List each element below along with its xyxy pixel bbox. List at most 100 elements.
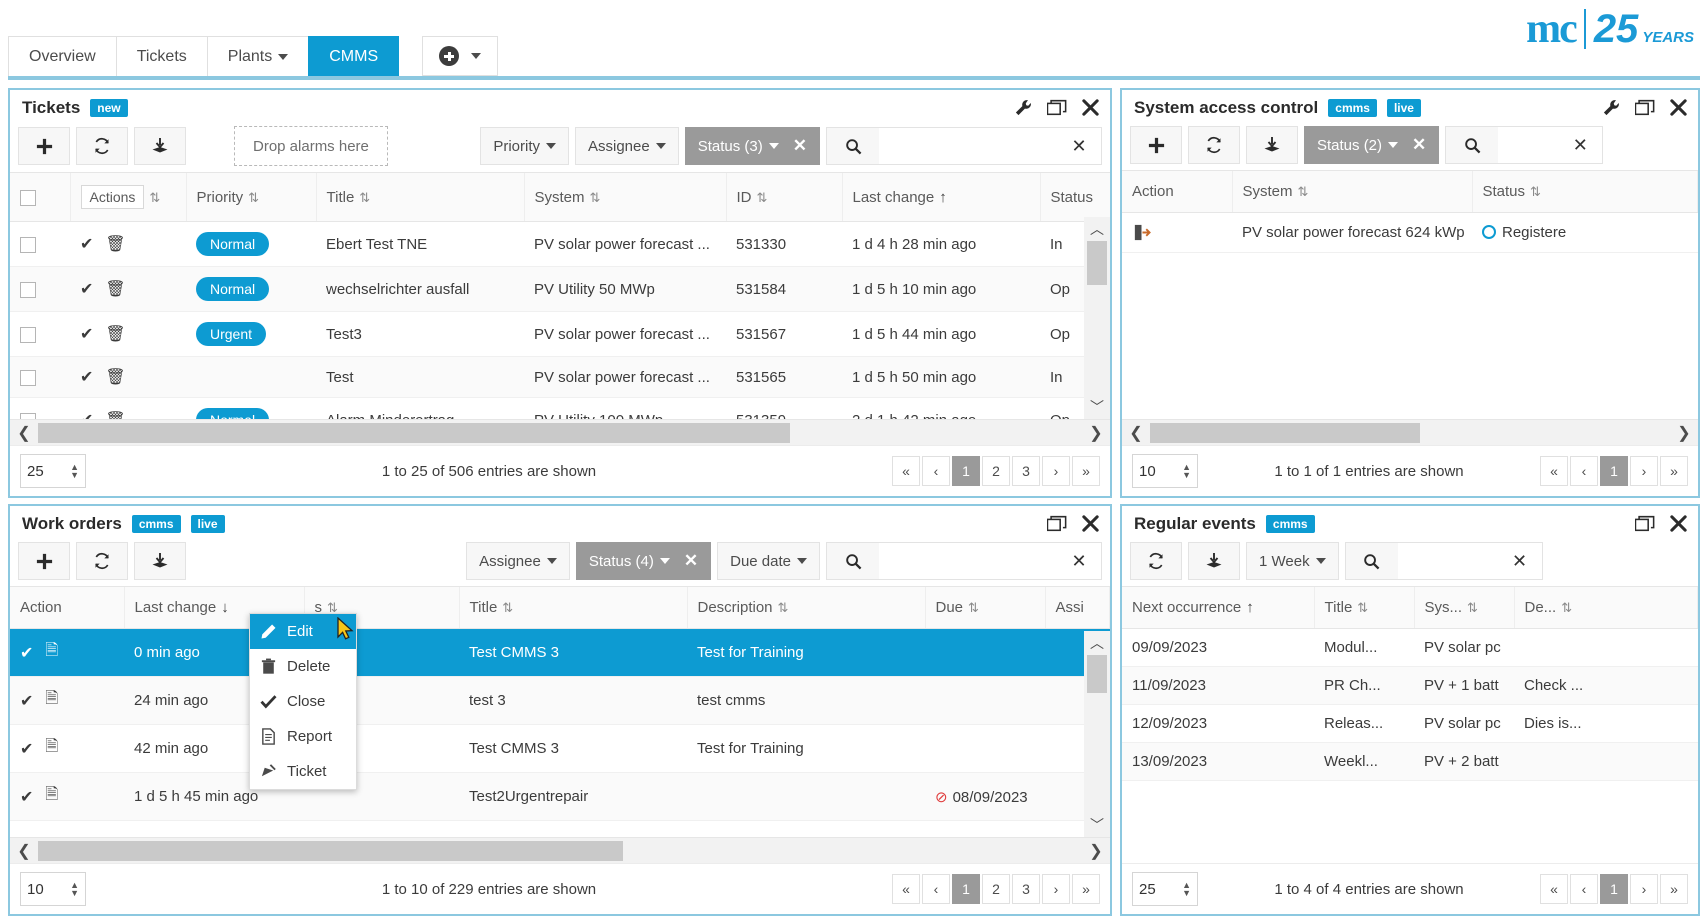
- document-icon[interactable]: 🗎: [45, 639, 58, 666]
- scroll-up-icon[interactable]: ︿: [1090, 631, 1104, 655]
- access-export-button[interactable]: [1246, 126, 1298, 164]
- workorders-vertical-scrollbar[interactable]: ︿ ﹀: [1084, 631, 1110, 837]
- tickets-search-input[interactable]: [879, 128, 1057, 164]
- tickets-vertical-scrollbar[interactable]: ︿ ﹀: [1084, 217, 1110, 419]
- context-menu-item-delete[interactable]: Delete: [250, 649, 356, 684]
- tab-plants[interactable]: Plants: [206, 36, 310, 76]
- row-checkbox[interactable]: [20, 369, 36, 386]
- tickets-cell-select[interactable]: [10, 221, 70, 267]
- workorders-th-assignee[interactable]: Assi: [1045, 587, 1110, 629]
- wrench-icon[interactable]: [1602, 98, 1621, 117]
- scroll-track[interactable]: [38, 422, 1082, 443]
- scroll-right-icon[interactable]: ❯: [1082, 841, 1110, 861]
- tickets-add-button[interactable]: [18, 127, 70, 165]
- stepper-icon[interactable]: ▲ ▼: [70, 463, 79, 480]
- windows-icon[interactable]: [1635, 99, 1655, 116]
- table-row[interactable]: ✔ 🗑 Normal wechselrichter ausfall PV Util…: [10, 266, 1110, 312]
- access-refresh-button[interactable]: [1188, 126, 1240, 164]
- tickets-filter-status-clear[interactable]: ✕: [793, 136, 807, 156]
- tickets-filter-priority[interactable]: Priority: [480, 127, 569, 165]
- access-search-input[interactable]: [1498, 127, 1559, 163]
- page-2[interactable]: 2: [982, 874, 1010, 904]
- table-row[interactable]: ✔ 🗎 24 min ago test 3 test cmms: [10, 676, 1110, 725]
- workorders-horizontal-scrollbar[interactable]: ❮ ❯: [10, 837, 1110, 863]
- page-last[interactable]: »: [1072, 456, 1100, 486]
- workorders-add-button[interactable]: [18, 542, 70, 580]
- events-th-next[interactable]: Next occurrence ↑: [1122, 587, 1315, 629]
- table-row[interactable]: ✔ 🗑 Urgent Test3 PV solar power forecast …: [10, 311, 1110, 357]
- tickets-th-title[interactable]: Title ⇅: [316, 173, 525, 222]
- events-filter-range[interactable]: 1 Week: [1246, 542, 1339, 580]
- page-last[interactable]: »: [1660, 874, 1688, 904]
- workorders-filter-assignee[interactable]: Assignee: [466, 542, 570, 580]
- events-search-clear[interactable]: ✕: [1497, 543, 1542, 579]
- workorders-search-clear[interactable]: ✕: [1057, 543, 1101, 579]
- access-filter-status[interactable]: Status (2) ✕: [1304, 126, 1440, 164]
- workorders-th-action[interactable]: Action: [10, 587, 125, 629]
- windows-icon[interactable]: [1635, 515, 1655, 532]
- scroll-right-icon[interactable]: ❯: [1670, 423, 1698, 443]
- page-2[interactable]: 2: [982, 456, 1010, 486]
- page-next[interactable]: ›: [1042, 874, 1070, 904]
- wrench-icon[interactable]: [1014, 98, 1033, 117]
- close-icon[interactable]: [1081, 98, 1100, 117]
- access-horizontal-scrollbar[interactable]: ❮ ❯: [1122, 419, 1698, 445]
- scroll-track[interactable]: [1150, 422, 1670, 443]
- check-icon[interactable]: ✔: [80, 234, 93, 254]
- trash-icon[interactable]: 🗑: [105, 279, 125, 299]
- page-3[interactable]: 3: [1012, 456, 1040, 486]
- trash-icon[interactable]: 🗑: [105, 234, 125, 254]
- scroll-thumb[interactable]: [1087, 655, 1107, 693]
- check-icon[interactable]: ✔: [80, 279, 93, 299]
- row-checkbox[interactable]: [20, 326, 36, 343]
- table-row[interactable]: ✔ 🗑 Normal Ebert Test TNE PV solar power …: [10, 221, 1110, 267]
- access-th-action[interactable]: Action: [1122, 171, 1233, 213]
- row-checkbox[interactable]: [20, 236, 36, 253]
- check-icon[interactable]: ✔: [20, 787, 33, 807]
- page-prev[interactable]: ‹: [922, 874, 950, 904]
- scroll-down-icon[interactable]: ﹀: [1090, 395, 1104, 419]
- stepper-icon[interactable]: ▲ ▼: [70, 881, 79, 898]
- events-export-button[interactable]: [1188, 542, 1240, 580]
- row-checkbox[interactable]: [20, 412, 36, 419]
- page-prev[interactable]: ‹: [1570, 874, 1598, 904]
- tickets-th-actions[interactable]: Actions ⇅: [70, 173, 187, 222]
- page-1[interactable]: 1: [952, 456, 980, 486]
- table-row[interactable]: 12/09/2023 Releas... PV solar pc Dies is…: [1122, 704, 1698, 743]
- page-prev[interactable]: ‹: [1570, 456, 1598, 486]
- workorders-filter-status[interactable]: Status (4) ✕: [575, 542, 712, 580]
- page-first[interactable]: «: [1540, 874, 1568, 904]
- access-th-system[interactable]: System ⇅: [1232, 171, 1473, 213]
- tickets-actions-button[interactable]: Actions: [80, 185, 145, 209]
- tickets-cell-select[interactable]: [10, 356, 70, 398]
- document-icon[interactable]: 🗎: [45, 783, 58, 810]
- table-row[interactable]: 11/09/2023 PR Ch... PV + 1 batt Check ..…: [1122, 666, 1698, 705]
- tickets-export-button[interactable]: [134, 127, 186, 165]
- tickets-horizontal-scrollbar[interactable]: ❮ ❯: [10, 419, 1110, 445]
- workorders-page-size[interactable]: 10 ▲ ▼: [20, 872, 86, 906]
- tickets-th-id[interactable]: ID ⇅: [726, 173, 843, 222]
- access-add-button[interactable]: [1130, 126, 1182, 164]
- events-refresh-button[interactable]: [1130, 542, 1182, 580]
- workorders-search-input[interactable]: [879, 543, 1057, 579]
- workorders-filter-duedate[interactable]: Due date: [717, 542, 820, 580]
- page-first[interactable]: «: [892, 874, 920, 904]
- page-3[interactable]: 3: [1012, 874, 1040, 904]
- table-row[interactable]: ✔ 🗎 42 min ago Test CMMS 3 Test for Train…: [10, 724, 1110, 773]
- windows-icon[interactable]: [1047, 99, 1067, 116]
- tickets-cell-select[interactable]: [10, 311, 70, 357]
- tickets-filter-assignee[interactable]: Assignee: [575, 127, 679, 165]
- access-filter-status-clear[interactable]: ✕: [1412, 135, 1426, 155]
- select-all-checkbox[interactable]: [20, 189, 36, 206]
- page-1[interactable]: 1: [1600, 874, 1628, 904]
- page-prev[interactable]: ‹: [922, 456, 950, 486]
- page-first[interactable]: «: [1540, 456, 1568, 486]
- logout-icon[interactable]: [1132, 223, 1222, 242]
- close-icon[interactable]: [1081, 514, 1100, 533]
- table-row[interactable]: ✔ 🗑 Test PV solar power forecast ... 5315…: [10, 356, 1110, 398]
- tickets-cell-select[interactable]: [10, 397, 70, 419]
- workorders-filter-status-clear[interactable]: ✕: [684, 551, 698, 571]
- events-search-input[interactable]: [1397, 543, 1498, 579]
- context-menu-item-close[interactable]: Close: [250, 684, 356, 719]
- close-icon[interactable]: [1669, 98, 1688, 117]
